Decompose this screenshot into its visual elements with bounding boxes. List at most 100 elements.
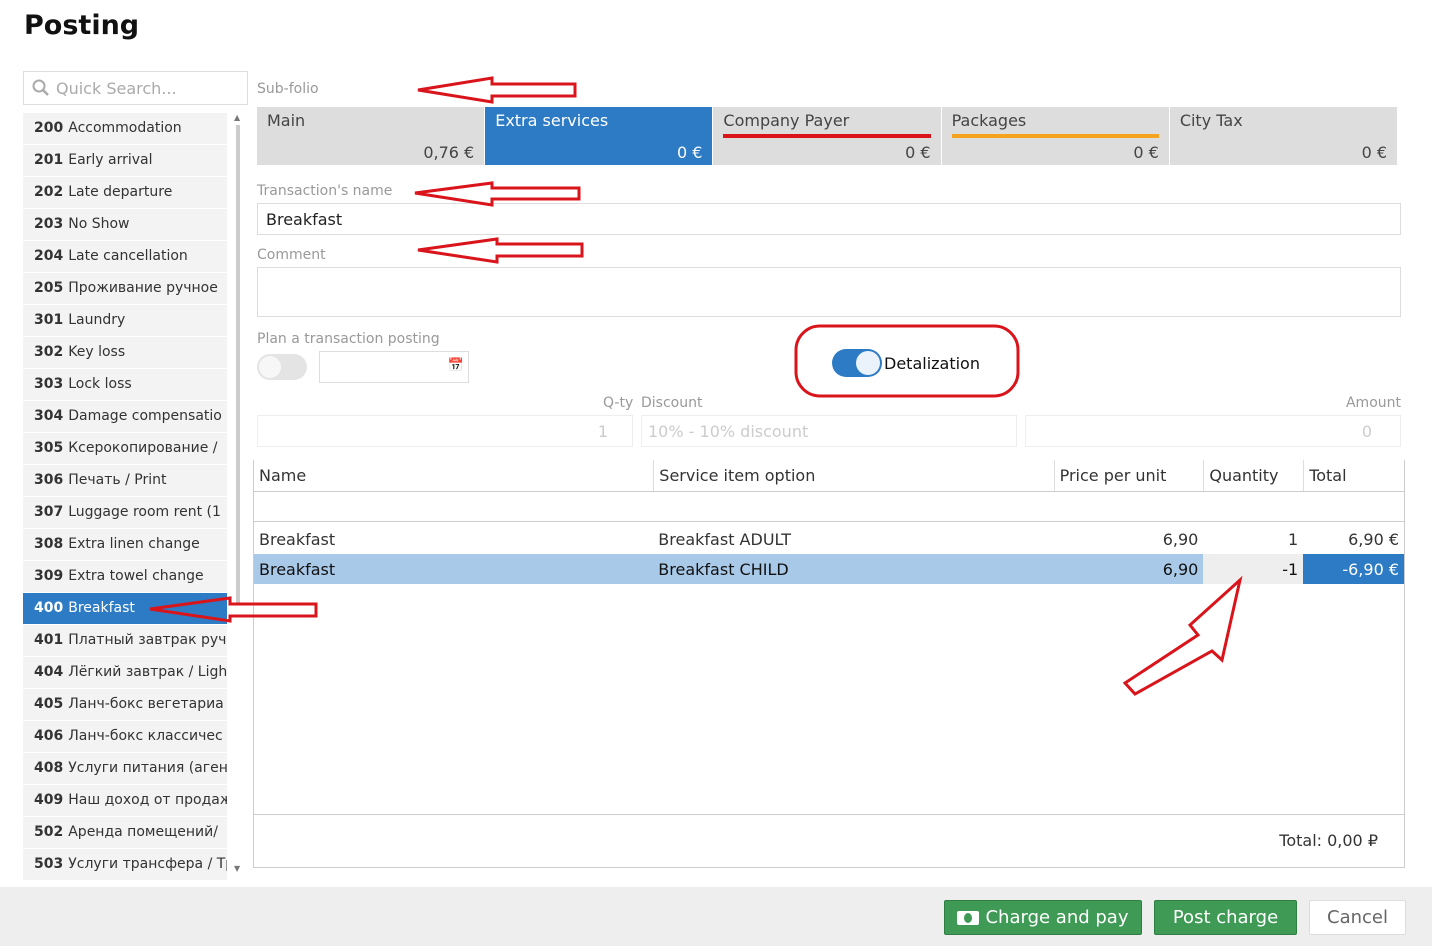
service-name: Проживание ручное — [68, 280, 218, 296]
column-header[interactable]: Quantity — [1203, 460, 1303, 491]
service-item-302[interactable]: 302 Key loss — [23, 337, 227, 369]
service-name: Luggage room rent (1 — [68, 504, 221, 520]
table-cell: Breakfast ADULT — [658, 529, 792, 549]
qty-input[interactable]: 1 — [257, 415, 633, 447]
tab-balance: 0 € — [1133, 143, 1159, 162]
table-cell: Breakfast — [259, 559, 336, 579]
service-item-305[interactable]: 305 Ксерокопирование / — [23, 433, 227, 465]
service-code: 502 — [34, 824, 64, 840]
service-name: Ксерокопирование / — [68, 440, 218, 456]
service-name: Услуги питания (аген — [68, 760, 227, 776]
service-item-308[interactable]: 308 Extra linen change — [23, 529, 227, 561]
service-item-404[interactable]: 404 Лёгкий завтрак / Ligh — [23, 657, 227, 689]
service-code: 307 — [34, 504, 64, 520]
service-item-202[interactable]: 202 Late departure — [23, 177, 227, 209]
service-code: 406 — [34, 728, 64, 744]
service-name: Early arrival — [68, 152, 153, 168]
transaction-name-input[interactable]: Breakfast — [257, 203, 1401, 235]
table-cell: 6,90 — [1162, 559, 1199, 579]
service-item-400[interactable]: 400 Breakfast — [23, 593, 227, 625]
footer-bar: Charge and pay Post charge Cancel — [0, 887, 1432, 946]
service-item-503[interactable]: 503 Услуги трансфера / Тр — [23, 849, 227, 881]
service-item-201[interactable]: 201 Early arrival — [23, 145, 227, 177]
table-row[interactable]: Breakfast Breakfast CHILD 6,90 -1 -6,90 € — [254, 554, 1405, 584]
scroll-down-icon[interactable]: ▼ — [234, 864, 240, 873]
service-item-409[interactable]: 409 Наш доход от продаж — [23, 785, 227, 817]
list-scrollbar[interactable]: ▲ ▼ — [234, 113, 242, 873]
service-code: 303 — [34, 376, 64, 392]
tab-name: Packages — [951, 111, 1027, 130]
service-item-502[interactable]: 502 Аренда помещений/ — [23, 817, 227, 849]
service-item-303[interactable]: 303 Lock loss — [23, 369, 227, 401]
plan-posting-toggle[interactable] — [257, 354, 307, 380]
discount-label: Discount — [641, 395, 703, 411]
tab-balance: 0 € — [1361, 143, 1388, 162]
service-item-306[interactable]: 306 Печать / Print — [23, 465, 227, 497]
subfolio-tab-company-payer[interactable]: Company Payer 0 € — [713, 107, 941, 165]
detalization-toggle[interactable] — [832, 349, 882, 377]
service-code: 309 — [34, 568, 64, 584]
service-item-401[interactable]: 401 Платный завтрак руч — [23, 625, 227, 657]
discount-select[interactable]: 10% - 10% discount — [641, 415, 1017, 447]
column-header[interactable]: Service item option — [653, 460, 1053, 491]
amount-label: Amount — [1345, 395, 1401, 411]
service-name: Аренда помещений/ — [68, 824, 218, 840]
service-item-301[interactable]: 301 Laundry — [23, 305, 227, 337]
service-item-200[interactable]: 200 Accommodation — [23, 113, 227, 145]
post-charge-button[interactable]: Post charge — [1154, 900, 1297, 935]
service-item-204[interactable]: 204 Late cancellation — [23, 241, 227, 273]
service-item-205[interactable]: 205 Проживание ручное — [23, 273, 227, 305]
service-name: Late cancellation — [68, 248, 188, 264]
service-item-406[interactable]: 406 Ланч-бокс классичес — [23, 721, 227, 753]
qty-label: Q-ty — [603, 395, 634, 411]
comment-label: Comment — [257, 247, 326, 263]
service-code: 308 — [34, 536, 64, 552]
tab-color-bar — [951, 134, 1159, 138]
cancel-button[interactable]: Cancel — [1309, 900, 1406, 935]
scrollbar-thumb[interactable] — [236, 125, 240, 605]
service-name: Платный завтрак руч — [68, 632, 227, 648]
subfolio-tab-city-tax[interactable]: City Tax 0 € — [1169, 107, 1398, 165]
service-name: Наш доход от продаж — [68, 792, 227, 808]
service-item-304[interactable]: 304 Damage compensatio — [23, 401, 227, 433]
column-header[interactable]: Name — [254, 460, 653, 491]
subfolio-tab-packages[interactable]: Packages 0 € — [941, 107, 1169, 165]
annotation-arrow-icon — [417, 76, 577, 104]
table-cell: -1 — [1203, 554, 1304, 584]
annotation-arrow-icon — [414, 181, 581, 207]
quick-search-input[interactable]: Quick Search... — [23, 71, 248, 105]
service-item-408[interactable]: 408 Услуги питания (аген — [23, 753, 227, 785]
calendar-icon[interactable]: 📅 — [448, 358, 464, 373]
service-item-307[interactable]: 307 Luggage room rent (1 — [23, 497, 227, 529]
service-name: Late departure — [68, 184, 173, 200]
scroll-up-icon[interactable]: ▲ — [234, 113, 240, 122]
service-code: 305 — [34, 440, 64, 456]
service-code: 306 — [34, 472, 64, 488]
tab-name: Extra services — [495, 111, 609, 130]
charge-and-pay-button[interactable]: Charge and pay — [944, 900, 1142, 935]
column-header[interactable]: Total — [1303, 460, 1404, 491]
table-header: Name Service item option Price per unit Qua… — [254, 460, 1404, 492]
amount-input[interactable]: 0 — [1025, 415, 1401, 447]
tab-color-bar — [723, 134, 931, 138]
subfolio-tab-main[interactable]: Main 0,76 € — [257, 107, 485, 165]
service-item-309[interactable]: 309 Extra towel change — [23, 561, 227, 593]
comment-textarea[interactable] — [257, 267, 1401, 317]
plan-posting-label: Plan a transaction posting — [257, 331, 440, 347]
subfolio-label: Sub-folio — [257, 81, 319, 97]
column-header[interactable]: Price per unit — [1053, 460, 1204, 491]
tab-balance: 0,76 € — [423, 143, 475, 162]
service-item-405[interactable]: 405 Ланч-бокс вегетариа — [23, 689, 227, 721]
service-code: 401 — [34, 632, 64, 648]
plan-date-input[interactable]: 📅 — [319, 351, 469, 383]
service-item-203[interactable]: 203 No Show — [23, 209, 227, 241]
service-code: 404 — [34, 664, 64, 680]
table-row[interactable]: Breakfast Breakfast ADULT 6,90 1 6,90 € — [254, 524, 1404, 554]
service-name: Extra towel change — [68, 568, 204, 584]
detail-table: Name Service item option Price per unit Qua… — [253, 460, 1405, 868]
subfolio-tab-extra-services[interactable]: Extra services 0 € — [485, 107, 713, 165]
charge-and-pay-label: Charge and pay — [985, 907, 1129, 928]
service-name: Печать / Print — [68, 472, 167, 488]
search-icon — [32, 79, 49, 96]
service-code: 304 — [34, 408, 64, 424]
